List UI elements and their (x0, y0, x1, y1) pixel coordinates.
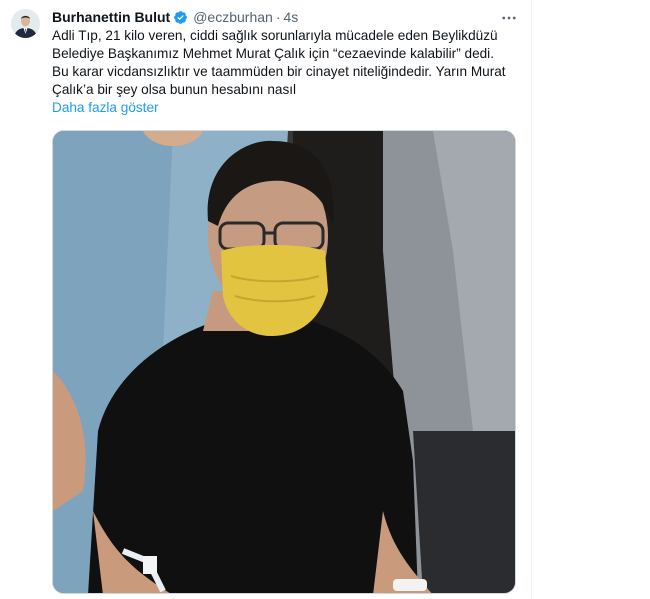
tweet-header: Burhanettin Bulut @eczburhan · 4s (52, 8, 298, 26)
tweet-text-line: Bu karar vicdansızlıktır ve taammüden bi… (52, 64, 506, 79)
more-options-icon[interactable] (498, 7, 520, 29)
show-more-link[interactable]: Daha fazla göster (52, 99, 159, 117)
author-handle[interactable]: @eczburhan (193, 8, 273, 26)
page: Burhanettin Bulut @eczburhan · 4s Adli T… (0, 0, 650, 599)
separator-dot: · (275, 9, 281, 25)
tweet-text-line: Adli Tıp, 21 kilo veren, ciddi sağlık so… (52, 28, 498, 43)
tweet-text-line: Çalık’a bir şey olsa bunun hesabını nası… (52, 82, 297, 97)
author-name[interactable]: Burhanettin Bulut (52, 8, 170, 26)
verified-badge-icon (173, 10, 188, 25)
tweet-text-line: Belediye Başkanımız Mehmet Murat Çalık i… (52, 46, 494, 61)
avatar[interactable] (11, 9, 40, 38)
tweet-photo[interactable] (52, 130, 516, 594)
tweet[interactable]: Burhanettin Bulut @eczburhan · 4s Adli T… (0, 0, 532, 599)
timestamp[interactable]: 4s (283, 8, 298, 26)
tweet-text: Adli Tıp, 21 kilo veren, ciddi sağlık so… (52, 27, 522, 99)
